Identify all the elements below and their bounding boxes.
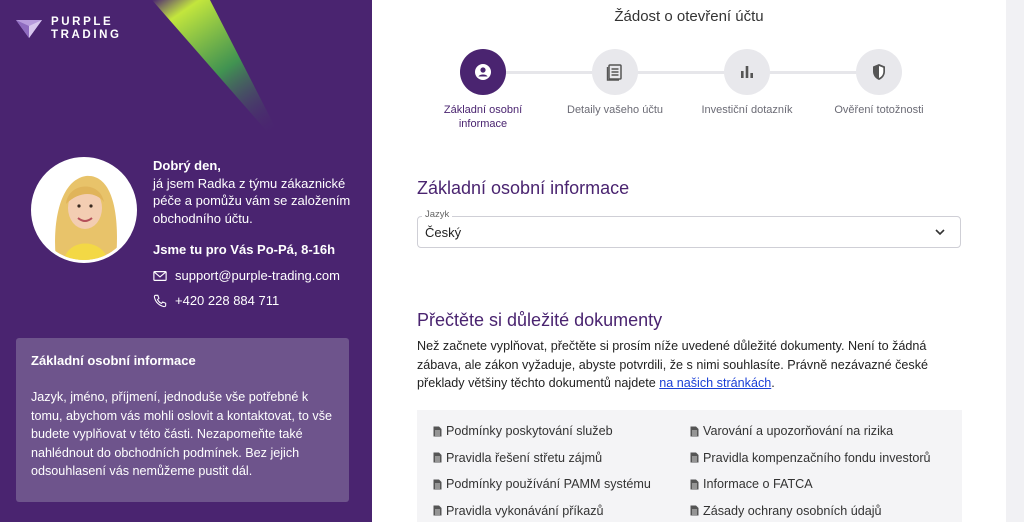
main-form: Žádost o otevření účtu Základní osobní i…	[372, 0, 1006, 522]
language-select[interactable]: Český	[417, 216, 961, 248]
section-documents-title: Přečtěte si důležité dokumenty	[417, 310, 663, 330]
phone-contact[interactable]: +420 228 884 711	[153, 293, 279, 308]
greeting-intro: já jsem Radka z týmu zákaznické péče a p…	[153, 175, 351, 226]
file-icon	[433, 452, 442, 463]
file-icon	[433, 426, 442, 437]
step-label: Detaily vašeho účtu	[567, 104, 663, 116]
language-value: Český	[425, 224, 462, 240]
documents-intro-tail: .	[771, 376, 775, 390]
left-panel: PURPLE TRADING Dobrý den, já jsem Radka …	[0, 0, 372, 522]
brand-line2: TRADING	[51, 28, 122, 41]
help-box-text: Jazyk, jméno, příjmení, jednoduše vše po…	[31, 390, 332, 478]
step-label: Investiční dotazník	[701, 104, 793, 116]
documents-list: Podmínky poskytování služeb Varování a u…	[417, 410, 962, 522]
page-title: Žádost o otevření účtu	[614, 8, 764, 25]
language-label: Jazyk	[422, 209, 453, 220]
email-contact[interactable]: support@purple-trading.com	[153, 268, 340, 283]
chevron-down-icon	[935, 229, 945, 236]
document-link[interactable]: Pravidla řešení střetu zájmů	[433, 445, 690, 472]
document-link[interactable]: Pravidla vykonávání příkazů	[433, 498, 690, 522]
step-identity-verification[interactable]: Ověření totožnosti	[819, 49, 939, 117]
document-icon	[606, 64, 622, 81]
page-background-strip	[1006, 0, 1024, 522]
greeting-hello: Dobrý den,	[153, 158, 221, 173]
document-link[interactable]: Zásady ochrany osobních údajů	[690, 498, 947, 522]
phone-icon	[153, 294, 167, 307]
file-icon	[433, 479, 442, 490]
agent-avatar	[31, 157, 137, 263]
file-icon	[690, 505, 699, 516]
document-link[interactable]: Pravidla kompenzačního fondu investorů	[690, 445, 947, 472]
file-icon	[433, 505, 442, 516]
step-account-details[interactable]: Detaily vašeho účtu	[555, 49, 675, 117]
person-icon	[475, 64, 491, 80]
translations-link[interactable]: na našich stránkách	[659, 376, 771, 390]
document-link[interactable]: Varování a upozorňování na rizika	[690, 418, 947, 445]
file-icon	[690, 426, 699, 437]
documents-intro: Než začnete vyplňovat, přečtěte si prosí…	[417, 337, 962, 393]
brand-line1: PURPLE	[51, 16, 114, 28]
section-help-box: Základní osobní informace Jazyk, jméno, …	[16, 338, 349, 502]
brand-logo[interactable]: PURPLE TRADING	[16, 16, 122, 41]
step-label: Ověření totožnosti	[834, 104, 924, 116]
brand-logo-icon	[16, 19, 42, 38]
file-icon	[690, 479, 699, 490]
step-basic-info[interactable]: Základní osobní informace	[423, 49, 543, 131]
support-hours: Jsme tu pro Vás Po-Pá, 8-16h	[153, 242, 336, 257]
help-box-title: Základní osobní informace	[31, 353, 196, 368]
step-label: Základní osobní informace	[443, 104, 523, 130]
document-link[interactable]: Podmínky používání PAMM systému	[433, 471, 690, 498]
agent-greeting: Dobrý den, já jsem Radka z týmu zákaznic…	[153, 157, 363, 227]
mail-icon	[153, 270, 167, 281]
document-link[interactable]: Podmínky poskytování služeb	[433, 418, 690, 445]
file-icon	[690, 452, 699, 463]
document-link[interactable]: Informace o FATCA	[690, 471, 947, 498]
bar-chart-icon	[741, 66, 753, 78]
email-text: support@purple-trading.com	[175, 268, 340, 283]
shield-icon	[873, 64, 885, 80]
phone-text: +420 228 884 711	[175, 293, 280, 308]
section-basic-info-title: Základní osobní informace	[417, 178, 630, 198]
step-investment-questionnaire[interactable]: Investiční dotazník	[687, 49, 807, 117]
